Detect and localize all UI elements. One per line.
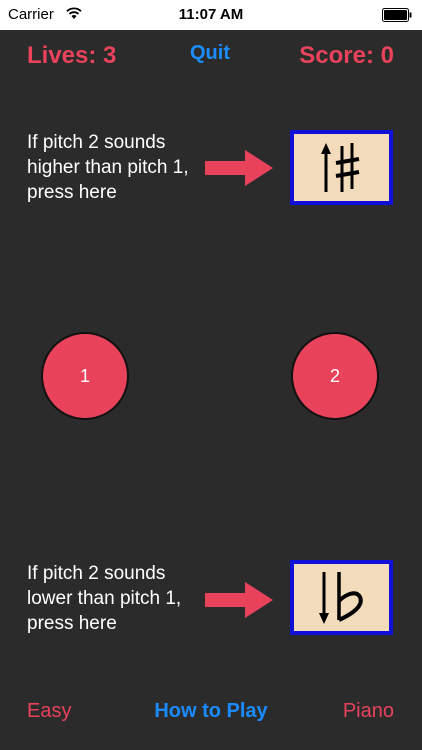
footer-bar: Easy How to Play Piano	[0, 698, 422, 728]
battery-icon	[382, 8, 412, 22]
pitch-1-button[interactable]: 1	[41, 332, 129, 420]
quit-button[interactable]: Quit	[190, 42, 230, 65]
piano-mode-button[interactable]: Piano	[343, 700, 394, 723]
lower-instruction: If pitch 2 sounds lower than pitch 1, pr…	[27, 563, 182, 634]
right-arrow-icon	[205, 150, 273, 186]
higher-sharp-button[interactable]	[290, 130, 393, 205]
lives-counter: Lives: 3	[27, 42, 117, 69]
down-arrow-flat-icon	[319, 572, 363, 624]
lower-flat-button[interactable]	[290, 560, 393, 635]
game-header: Lives: 3 Quit Score: 0	[0, 38, 422, 72]
score-counter: Score: 0	[299, 42, 394, 69]
status-time: 11:07 AM	[178, 6, 244, 23]
higher-instruction: If pitch 2 sounds higher than pitch 1, p…	[27, 132, 189, 203]
up-arrow-sharp-icon	[321, 143, 360, 192]
pitch-2-button[interactable]: 2	[291, 332, 379, 420]
how-to-play-button[interactable]: How to Play	[154, 700, 267, 722]
status-bar: Carrier 11:07 AM	[0, 0, 422, 30]
right-arrow-icon	[205, 582, 273, 618]
